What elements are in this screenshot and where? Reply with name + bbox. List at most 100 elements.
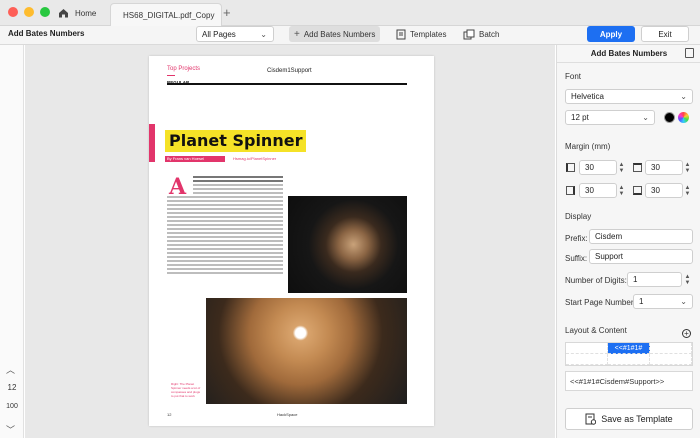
page-navigation-rail: ︿ 12 100 ﹀ <box>0 45 24 438</box>
digits-input[interactable]: 1 <box>627 272 682 287</box>
batch-button[interactable]: Batch <box>458 26 504 42</box>
add-bates-button[interactable]: + Add Bates Numbers <box>289 26 381 42</box>
bates-number-stamp: Cisdem1Support <box>267 68 312 74</box>
add-circle-icon[interactable]: + <box>682 329 691 338</box>
chevron-down-icon: ⌄ <box>260 30 267 39</box>
margin-top-input[interactable]: 30 <box>645 160 683 175</box>
photo-caption: Right: The Planet Spinner needs a lot of… <box>171 382 201 398</box>
layout-section-label: Layout & Content <box>565 326 627 335</box>
exit-button[interactable]: Exit <box>641 26 689 42</box>
margin-section-label: Margin (mm) <box>565 142 611 151</box>
batch-icon <box>463 29 475 39</box>
templates-icon <box>396 29 406 39</box>
title-accent-bar <box>149 124 155 162</box>
digits-label: Number of Digits: <box>565 276 627 285</box>
zoom-window-button[interactable] <box>40 7 50 17</box>
margin-right-stepper[interactable]: ▲ ▼ <box>618 183 625 198</box>
suffix-input[interactable]: Support <box>589 249 693 264</box>
position-bottom-left[interactable] <box>566 354 608 365</box>
prefix-value: Cisdem <box>595 232 623 241</box>
minimize-window-button[interactable] <box>24 7 34 17</box>
position-bottom-center[interactable] <box>608 354 650 365</box>
bates-format-field[interactable]: <<#1#1#Cisdem#Support>> <box>565 371 693 391</box>
display-section-label: Display <box>565 212 592 221</box>
margin-right-icon <box>566 186 575 195</box>
prefix-input[interactable]: Cisdem <box>589 229 693 244</box>
batch-label: Batch <box>479 29 500 39</box>
digits-stepper[interactable]: ▲ ▼ <box>684 272 691 287</box>
margin-bottom-stepper[interactable]: ▲ ▼ <box>684 183 691 198</box>
font-section-label: Font <box>565 72 582 81</box>
apply-button[interactable]: Apply <box>587 26 635 42</box>
font-size-value: 12 pt <box>571 113 589 122</box>
panel-divider <box>557 62 700 63</box>
panel-title: Add Bates Numbers <box>590 49 668 58</box>
chevron-down-icon: ⌄ <box>680 297 687 306</box>
margin-left-value: 30 <box>585 163 594 172</box>
add-bates-label: Add Bates Numbers <box>303 29 376 39</box>
position-grid: <<#1#1# <box>565 342 693 366</box>
page-footer-brand: HackSpace <box>277 412 298 417</box>
new-tab-button[interactable]: + <box>223 6 231 19</box>
header-accent-line <box>167 75 175 76</box>
pdf-page: Top Projects Cisdem1Support REGULAR Plan… <box>149 56 434 426</box>
toolbar: Add Bates Numbers All Pages ⌄ + Add Bate… <box>0 26 700 45</box>
tab-home-label: Home <box>75 8 97 18</box>
chevron-down-icon[interactable]: ﹀ <box>6 423 15 436</box>
color-wheel-icon[interactable] <box>678 112 689 123</box>
toolbar-title: Add Bates Numbers <box>8 29 85 38</box>
article-link: Hsmag.io/PlanetSpinner <box>233 156 277 161</box>
position-top-right[interactable] <box>650 343 692 354</box>
suffix-label: Suffix: <box>565 254 588 263</box>
digits-value: 1 <box>633 275 638 284</box>
margin-left-stepper[interactable]: ▲ ▼ <box>618 160 625 175</box>
chevron-down-icon: ⌄ <box>642 113 649 122</box>
article-title: Planet Spinner <box>165 130 307 152</box>
tab-document[interactable]: HS68_DIGITAL.pdf_Copy <box>110 3 222 26</box>
bates-format-value: <<#1#1#Cisdem#Support>> <box>570 376 665 386</box>
margin-right-input[interactable]: 30 <box>579 183 617 198</box>
chevron-down-icon: ⌄ <box>680 92 687 101</box>
margin-left-icon <box>566 163 575 172</box>
zodiac-disc-photo <box>206 298 407 404</box>
font-size-select[interactable]: 12 pt ⌄ <box>565 110 655 125</box>
header-rule <box>167 83 407 85</box>
margin-top-stepper[interactable]: ▲ ▼ <box>684 160 691 175</box>
tab-bar: Home HS68_DIGITAL.pdf_Copy + <box>0 0 700 26</box>
font-family-value: Helvetica <box>571 92 604 101</box>
prefix-label: Prefix: <box>565 234 588 243</box>
start-page-value: 1 <box>639 297 644 306</box>
start-page-label: Start Page Number: <box>565 298 636 307</box>
font-color-swatch[interactable] <box>664 112 675 123</box>
templates-button[interactable]: Templates <box>391 26 451 42</box>
current-page-number[interactable]: 12 <box>3 383 21 392</box>
page-range-value: All Pages <box>202 29 236 39</box>
zoom-level[interactable]: 100 <box>1 403 23 410</box>
start-page-select[interactable]: 1 ⌄ <box>633 294 693 309</box>
position-bottom-right[interactable] <box>650 354 692 365</box>
margin-top-icon <box>633 163 642 172</box>
page-footer-number: 12 <box>167 412 172 417</box>
panel-menu-icon[interactable] <box>685 48 694 58</box>
margin-right-value: 30 <box>585 186 594 195</box>
save-as-template-label: Save as Template <box>601 414 673 424</box>
page-header-section: Top Projects <box>167 66 201 72</box>
article-byline: By Frans van Hoesel <box>165 156 225 162</box>
margin-left-input[interactable]: 30 <box>579 160 617 175</box>
page-range-select[interactable]: All Pages ⌄ <box>196 26 274 42</box>
margin-bottom-input[interactable]: 30 <box>645 183 683 198</box>
save-template-icon <box>585 413 597 425</box>
planet-spinner-photo <box>288 196 407 293</box>
bates-settings-panel: Add Bates Numbers Font Helvetica ⌄ 12 pt… <box>556 45 700 438</box>
font-family-select[interactable]: Helvetica ⌄ <box>565 89 693 104</box>
position-selected-token: <<#1#1# <box>614 344 643 352</box>
margin-top-value: 30 <box>651 163 660 172</box>
chevron-up-icon[interactable]: ︿ <box>6 363 15 376</box>
position-top-center[interactable]: <<#1#1# <box>608 343 650 354</box>
position-top-left[interactable] <box>566 343 608 354</box>
add-bates-icon: + <box>294 28 300 40</box>
document-canvas: Top Projects Cisdem1Support REGULAR Plan… <box>25 45 555 438</box>
close-window-button[interactable] <box>8 7 18 17</box>
margin-bottom-value: 30 <box>651 186 660 195</box>
save-as-template-button[interactable]: Save as Template <box>565 408 693 430</box>
